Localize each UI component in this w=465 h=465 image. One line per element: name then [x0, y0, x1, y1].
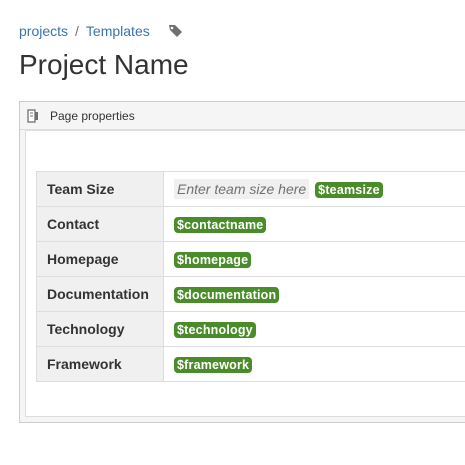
property-value-team-size[interactable]: Enter team size here $teamsize: [163, 171, 465, 207]
table-row: Contact $contactname: [36, 206, 465, 242]
table-row: Team Size Enter team size here $teamsize: [36, 171, 465, 207]
property-value-documentation[interactable]: $documentation: [163, 276, 465, 312]
property-key-contact: Contact: [36, 206, 164, 242]
table-row: Documentation $documentation: [36, 276, 465, 312]
table-row: Technology $technology: [36, 311, 465, 347]
table-row: Homepage $homepage: [36, 241, 465, 277]
page-properties-icon: [26, 108, 40, 123]
breadcrumb-link-projects[interactable]: projects: [19, 23, 68, 39]
breadcrumb: projects / Templates: [19, 22, 184, 40]
property-value-contact[interactable]: $contactname: [163, 206, 465, 242]
breadcrumb-separator: /: [75, 23, 79, 39]
macro-header: Page properties: [20, 102, 465, 130]
property-key-framework: Framework: [36, 346, 164, 382]
team-size-placeholder[interactable]: Enter team size here: [174, 179, 310, 199]
tag-icon[interactable]: [168, 24, 184, 38]
property-value-framework[interactable]: $framework: [163, 346, 465, 382]
breadcrumb-link-templates[interactable]: Templates: [86, 23, 150, 39]
property-value-technology[interactable]: $technology: [163, 311, 465, 347]
variable-teamsize[interactable]: $teamsize: [315, 182, 383, 198]
property-key-documentation: Documentation: [36, 276, 164, 312]
property-key-team-size: Team Size: [36, 171, 164, 207]
page-title: Project Name: [19, 49, 189, 80]
variable-technology[interactable]: $technology: [174, 321, 256, 338]
property-value-homepage[interactable]: $homepage: [163, 241, 465, 277]
variable-documentation[interactable]: $documentation: [174, 286, 280, 303]
table-row: Framework $framework: [36, 346, 465, 382]
macro-body: Team Size Enter team size here $teamsize …: [25, 130, 465, 417]
macro-title: Page properties: [50, 108, 135, 123]
variable-framework[interactable]: $framework: [174, 356, 253, 373]
property-key-technology: Technology: [36, 311, 164, 347]
property-key-homepage: Homepage: [36, 241, 164, 277]
page-properties-macro: Page properties Team Size Enter team siz…: [19, 101, 465, 423]
variable-homepage[interactable]: $homepage: [174, 251, 252, 268]
properties-table: Team Size Enter team size here $teamsize …: [36, 171, 465, 382]
variable-contactname[interactable]: $contactname: [174, 216, 267, 233]
